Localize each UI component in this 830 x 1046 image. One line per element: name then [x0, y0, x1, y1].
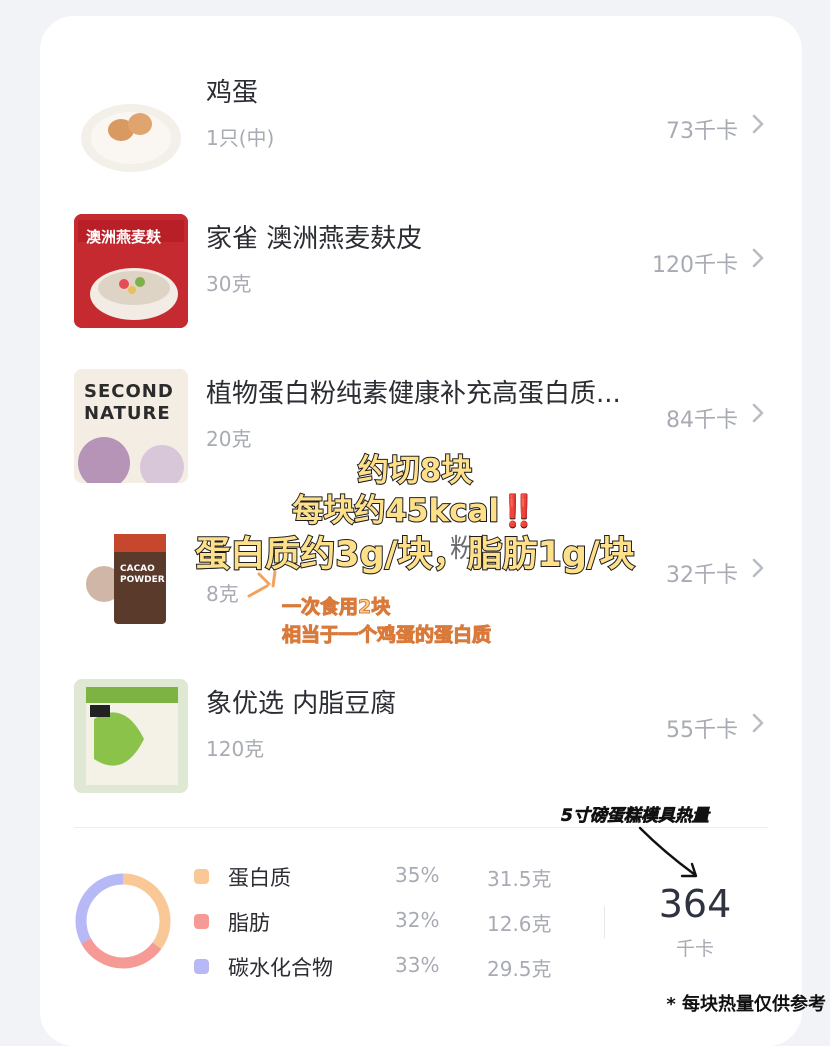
- macro-row-fat: 脂肪 32% 12.6克: [190, 903, 570, 943]
- chevron-right-icon: [744, 244, 772, 272]
- food-name: 鸡蛋: [206, 78, 259, 108]
- food-quantity: 1只(中): [206, 126, 275, 150]
- macro-grams: 12.6克: [487, 912, 552, 936]
- chevron-right-icon: [744, 110, 772, 138]
- package-brand-line1: SECOND: [84, 381, 174, 402]
- overlay-macros-per-piece: 蛋白质约3g/块，脂肪1g/块: [194, 534, 635, 576]
- carbs-color-swatch: [194, 959, 209, 974]
- fat-color-swatch: [194, 914, 209, 929]
- food-row-egg[interactable]: 鸡蛋 1只(中) 73千卡: [40, 76, 802, 226]
- food-quantity: 30克: [206, 272, 252, 296]
- package-brand-line2: NATURE: [84, 403, 171, 424]
- macro-percent: 33%: [395, 953, 440, 977]
- food-name: 象优选 内脂豆腐: [206, 689, 397, 719]
- macro-name: 碳水化合物: [228, 956, 333, 980]
- macro-donut-chart: [75, 873, 171, 969]
- food-calories: 120千卡: [652, 253, 738, 278]
- macro-name: 脂肪: [228, 911, 270, 935]
- tofu-package-image: [74, 679, 188, 793]
- chevron-right-icon: [744, 709, 772, 737]
- food-calories: 84千卡: [666, 408, 738, 433]
- overlay-cut-count: 约切8块: [357, 452, 474, 490]
- egg-plate-image: [74, 80, 188, 194]
- overlay-note-egg-equivalent: 相当于一个鸡蛋的蛋白质: [281, 624, 492, 647]
- double-exclamation-icon: ‼️: [499, 493, 539, 530]
- macro-grams: 31.5克: [487, 867, 552, 891]
- food-quantity: 8克: [206, 582, 239, 606]
- macro-row-carbs: 碳水化合物 33% 29.5克: [190, 948, 570, 988]
- food-name: 家雀 澳洲燕麦麸皮: [206, 224, 423, 254]
- food-quantity: 120克: [206, 737, 265, 761]
- footnote-disclaimer: * 每块热量仅供参考: [666, 994, 826, 1015]
- food-name: 植物蛋白粉纯素健康补充高蛋白质...: [206, 379, 621, 409]
- total-calories-unit: 千卡: [675, 938, 714, 960]
- food-row-oat-bran[interactable]: 澳洲燕麦麸 家雀 澳洲燕麦麸皮 30克 120千卡: [40, 210, 802, 360]
- food-calories: 73千卡: [666, 119, 738, 144]
- macro-percent: 32%: [395, 908, 440, 932]
- macro-row-protein: 蛋白质 35% 31.5克: [190, 858, 570, 898]
- macro-name: 蛋白质: [228, 866, 291, 890]
- macro-grams: 29.5克: [487, 957, 552, 981]
- macro-percent: 35%: [395, 863, 440, 887]
- food-calories: 55千卡: [666, 718, 738, 743]
- oat-bran-package-image: 澳洲燕麦麸: [74, 214, 188, 328]
- summary-separator: [604, 906, 605, 938]
- protein-color-swatch: [194, 869, 209, 884]
- chevron-right-icon: [744, 399, 772, 427]
- overlay-kcal-per-piece: 每块约45kcal‼️: [0, 485, 830, 530]
- package-label: 澳洲燕麦麸: [86, 228, 162, 246]
- overlay-kcal-text: 每块约45kcal: [291, 492, 500, 530]
- overlay-note-serving: 一次食用2块: [281, 596, 391, 619]
- arrow-doodle-icon: [638, 826, 698, 878]
